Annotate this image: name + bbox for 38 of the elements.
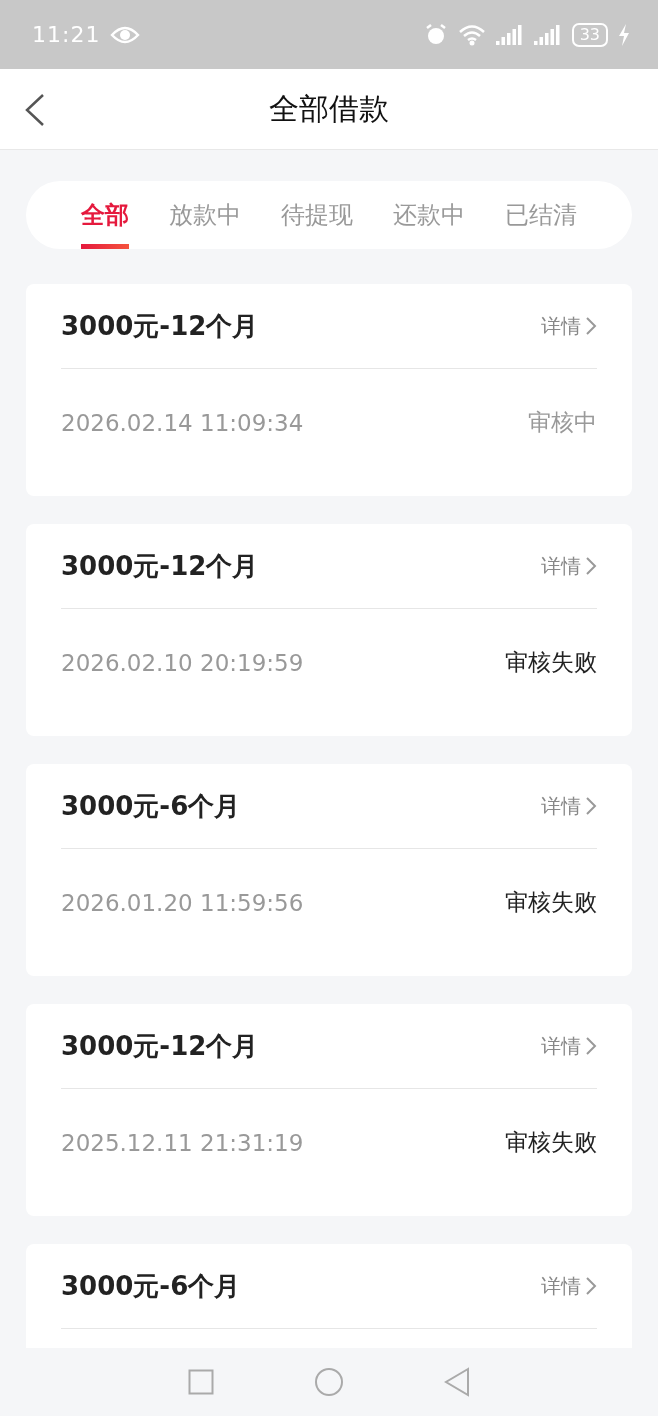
signal-icon: [495, 24, 524, 45]
loan-date: 2025.12.11 21:31:19: [61, 1129, 304, 1156]
tab[interactable]: 放款中: [169, 181, 241, 249]
loan-status: 审核失败: [505, 648, 597, 677]
charging-icon: [618, 23, 630, 46]
loan-date: 2026.02.10 20:19:59: [61, 649, 304, 676]
detail-link[interactable]: 详情: [541, 552, 597, 580]
loan-status: 审核失败: [505, 888, 597, 917]
back-icon[interactable]: [24, 93, 46, 127]
loan-title: 3000元-12个月: [61, 309, 259, 343]
chevron-icon: [585, 796, 597, 816]
eye-icon: [110, 24, 141, 45]
loan-date: 2026.02.14 11:09:34: [61, 409, 304, 436]
tab[interactable]: 待提现: [281, 181, 353, 249]
loan-title: 3000元-12个月: [61, 1029, 259, 1063]
chevron-icon: [585, 556, 597, 576]
signal-icon: [533, 24, 562, 45]
loan-title: 3000元-12个月: [61, 549, 259, 583]
detail-link[interactable]: 详情: [541, 792, 597, 820]
detail-link[interactable]: 详情: [541, 312, 597, 340]
loan-status: 审核中: [528, 408, 597, 437]
recents-icon[interactable]: [188, 1369, 214, 1395]
chevron-icon: [585, 1276, 597, 1296]
tab[interactable]: 全部: [81, 181, 129, 249]
loan-title: 3000元-6个月: [61, 1269, 241, 1303]
chevron-icon: [585, 1036, 597, 1056]
loan-status: 审核失败: [505, 1128, 597, 1157]
tab[interactable]: 已结清: [505, 181, 577, 249]
loan-title: 3000元-6个月: [61, 789, 241, 823]
loan-date: 2026.01.20 11:59:56: [61, 889, 304, 916]
wifi-icon: [457, 23, 486, 46]
tab[interactable]: 还款中: [393, 181, 465, 249]
back-nav-icon[interactable]: [444, 1367, 470, 1397]
chevron-icon: [585, 316, 597, 336]
home-icon[interactable]: [314, 1367, 344, 1397]
detail-link[interactable]: 详情: [541, 1032, 597, 1060]
detail-link[interactable]: 详情: [541, 1272, 597, 1300]
page-title: 全部借款: [269, 89, 389, 128]
